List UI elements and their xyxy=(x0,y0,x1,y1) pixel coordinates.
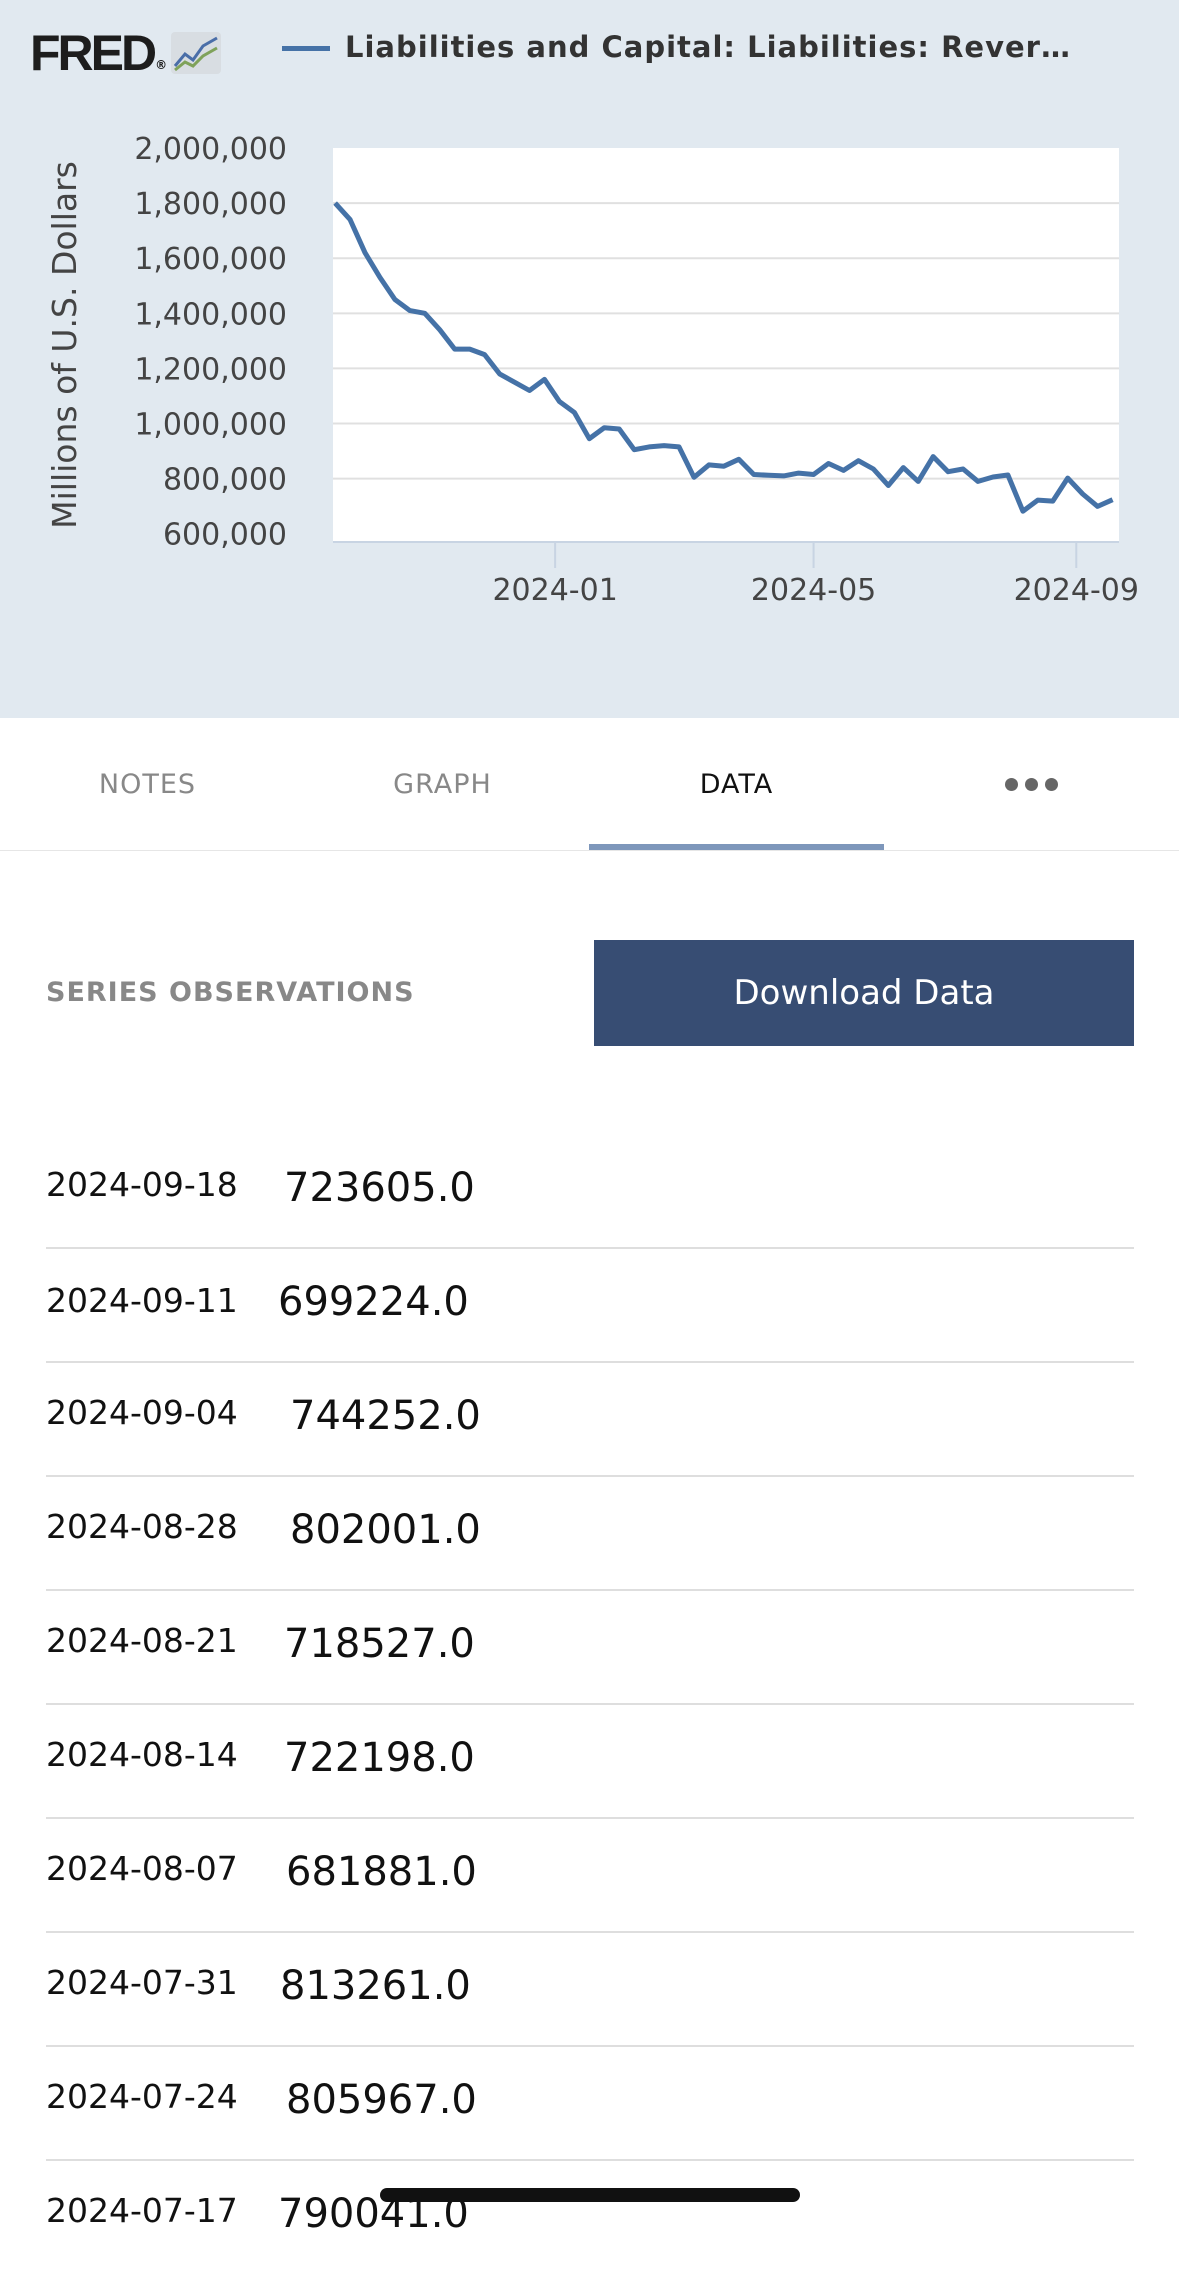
y-axis-label: Millions of U.S. Dollars xyxy=(45,161,84,529)
tab-more[interactable] xyxy=(884,718,1179,850)
observation-value: 802001.0 xyxy=(290,1507,481,1553)
tab-bar: NOTES GRAPH DATA xyxy=(0,718,1179,851)
active-tab-indicator xyxy=(589,844,884,850)
line-chart[interactable]: 2,000,000 1,800,000 1,600,000 1,400,000 1,20… xyxy=(0,0,1179,718)
table-row: 2024-09-04 744252.0 xyxy=(46,1363,1134,1477)
observation-value: 744252.0 xyxy=(290,1393,481,1439)
observation-value: 718527.0 xyxy=(284,1621,475,1667)
x-tick-label: 2024-09 xyxy=(1014,573,1139,608)
y-tick-label: 800,000 xyxy=(163,463,287,498)
observation-date: 2024-07-17 xyxy=(46,2191,238,2230)
observations-list: 2024-09-18 723605.0 2024-09-11 699224.0 … xyxy=(46,1135,1134,2273)
table-row: 2024-08-14 722198.0 xyxy=(46,1705,1134,1819)
table-row: 2024-08-28 802001.0 xyxy=(46,1477,1134,1591)
observation-value: 699224.0 xyxy=(278,1279,469,1325)
chart-header: FRED ® Liabilities and Capital: Liabilit… xyxy=(30,24,1160,80)
observation-value: 805967.0 xyxy=(286,2077,477,2123)
more-horizontal-icon xyxy=(1005,777,1058,791)
tab-notes[interactable]: NOTES xyxy=(0,718,295,850)
fred-logo-text: FRED xyxy=(30,25,157,81)
observation-value: 813261.0 xyxy=(280,1963,471,2009)
observation-date: 2024-09-18 xyxy=(46,1165,238,1204)
observation-value: 681881.0 xyxy=(286,1849,477,1895)
observation-date: 2024-08-21 xyxy=(46,1621,238,1660)
y-tick-label: 1,000,000 xyxy=(134,408,287,443)
table-row: 2024-08-07 681881.0 xyxy=(46,1819,1134,1933)
y-tick-label: 1,400,000 xyxy=(134,297,287,332)
y-tick-label: 1,600,000 xyxy=(134,242,287,277)
registered-mark: ® xyxy=(155,58,168,72)
observation-date: 2024-07-31 xyxy=(46,1963,238,2002)
tab-label: NOTES xyxy=(98,768,197,800)
observation-date: 2024-09-04 xyxy=(46,1393,238,1432)
tab-graph[interactable]: GRAPH xyxy=(295,718,590,850)
y-tick-label: 2,000,000 xyxy=(134,132,287,167)
y-tick-label: 600,000 xyxy=(163,518,287,553)
graph-icon xyxy=(171,32,222,74)
observation-date: 2024-08-07 xyxy=(46,1849,238,1888)
x-tick-label: 2024-01 xyxy=(492,573,617,608)
table-row: 2024-07-24 805967.0 xyxy=(46,2047,1134,2161)
chart-panel: 2,000,000 1,800,000 1,600,000 1,400,000 1,20… xyxy=(0,0,1179,718)
observation-date: 2024-08-14 xyxy=(46,1735,238,1774)
home-indicator[interactable] xyxy=(380,2188,800,2202)
observation-date: 2024-09-11 xyxy=(46,1281,238,1320)
fred-logo[interactable]: FRED ® xyxy=(30,25,222,81)
x-tick-label: 2024-05 xyxy=(751,573,876,608)
table-row: 2024-07-17 790041.0 xyxy=(46,2161,1134,2273)
table-row: 2024-09-11 699224.0 xyxy=(46,1249,1134,1363)
tab-label: GRAPH xyxy=(393,768,492,800)
observation-value: 723605.0 xyxy=(284,1165,475,1211)
table-row: 2024-09-18 723605.0 xyxy=(46,1135,1134,1249)
y-tick-label: 1,800,000 xyxy=(134,187,287,222)
observation-date: 2024-07-24 xyxy=(46,2077,238,2116)
observation-value: 722198.0 xyxy=(284,1735,475,1781)
y-tick-label: 1,200,000 xyxy=(134,352,287,387)
series-observations-label: SERIES OBSERVATIONS xyxy=(46,977,415,1008)
table-row: 2024-08-21 718527.0 xyxy=(46,1591,1134,1705)
table-row: 2024-07-31 813261.0 xyxy=(46,1933,1134,2047)
series-title[interactable]: Liabilities and Capital: Liabilities: Re… xyxy=(345,30,1085,64)
tab-data[interactable]: DATA xyxy=(589,718,884,850)
tab-label: DATA xyxy=(699,768,774,800)
legend-line-icon xyxy=(282,46,330,51)
download-data-button[interactable]: Download Data xyxy=(594,940,1134,1046)
observation-date: 2024-08-28 xyxy=(46,1507,238,1546)
